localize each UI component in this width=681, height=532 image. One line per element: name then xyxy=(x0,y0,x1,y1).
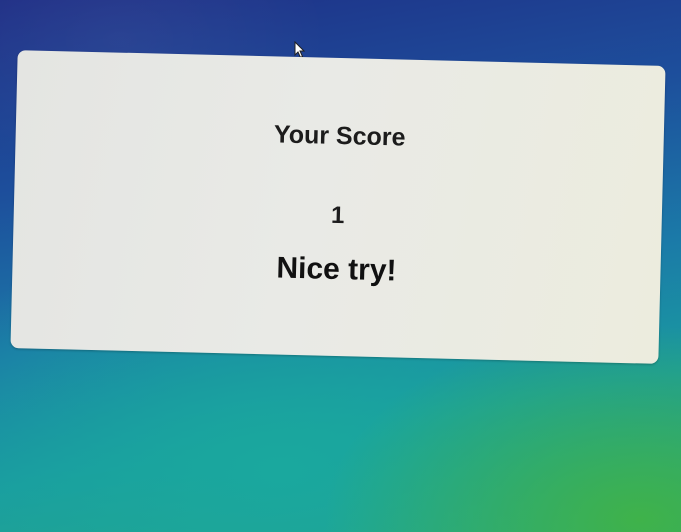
result-message: Nice try! xyxy=(276,251,397,288)
score-title: Your Score xyxy=(273,120,406,152)
score-value: 1 xyxy=(330,201,345,230)
score-dialog: Your Score 1 Nice try! xyxy=(10,50,666,364)
